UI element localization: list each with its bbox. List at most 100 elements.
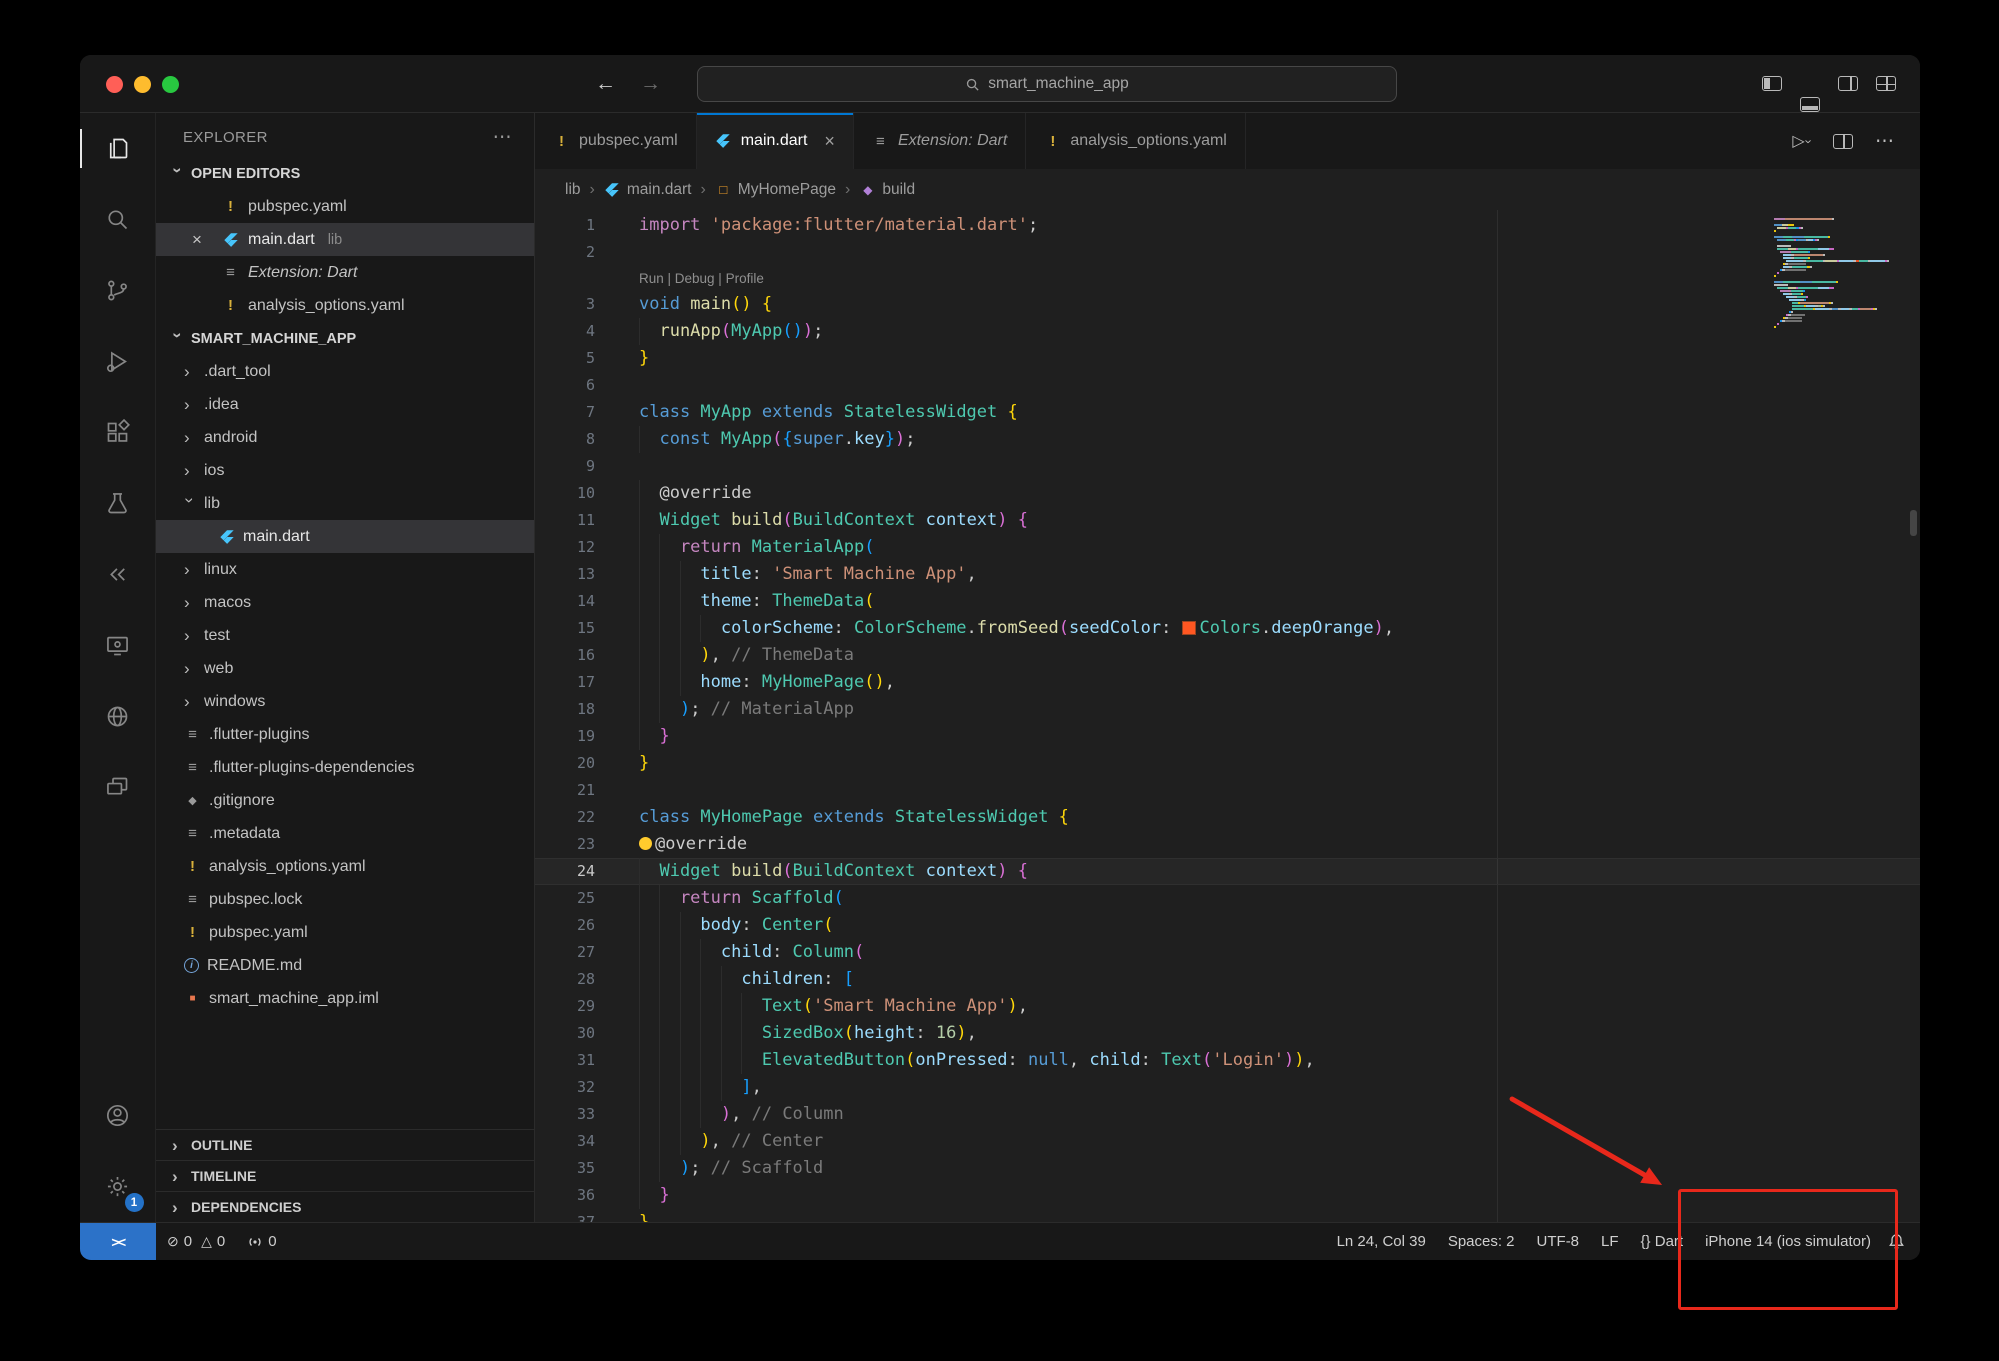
activity-item-search[interactable] xyxy=(80,184,156,255)
breadcrumb-item[interactable]: lib xyxy=(565,181,581,199)
line-number[interactable]: 37 xyxy=(535,1209,595,1222)
tree-item[interactable]: ›windows xyxy=(156,685,534,718)
code-line[interactable]: 32], xyxy=(535,1074,1920,1101)
breadcrumb-item[interactable]: □MyHomePage xyxy=(715,181,836,199)
code-line[interactable]: 29Text('Smart Machine App'), xyxy=(535,993,1920,1020)
close-icon[interactable]: × xyxy=(824,131,835,152)
code-line[interactable]: 3void main() { xyxy=(535,291,1920,318)
tree-item[interactable]: ›ios xyxy=(156,454,534,487)
status-item-cursor-position[interactable]: Ln 24, Col 39 xyxy=(1326,1223,1437,1260)
customize-layout-button[interactable] xyxy=(1876,76,1896,91)
code-line[interactable]: 24Widget build(BuildContext context) { xyxy=(535,858,1920,885)
open-editor-item[interactable]: !pubspec.yaml xyxy=(156,190,534,223)
tree-item[interactable]: iREADME.md xyxy=(156,949,534,982)
code-line[interactable]: 22class MyHomePage extends StatelessWidg… xyxy=(535,804,1920,831)
line-number[interactable]: 32 xyxy=(535,1074,595,1101)
code-line[interactable]: 30SizedBox(height: 16), xyxy=(535,1020,1920,1047)
tree-item[interactable]: ≡.flutter-plugins xyxy=(156,718,534,751)
sidebar-section-outline[interactable]: › OUTLINE xyxy=(156,1129,534,1160)
scrollbar-marker[interactable] xyxy=(1910,510,1917,536)
breadcrumb-item[interactable]: ◆build xyxy=(859,181,915,199)
status-item-indentation[interactable]: Spaces: 2 xyxy=(1437,1223,1526,1260)
line-number[interactable]: 29 xyxy=(535,993,595,1020)
line-number[interactable]: 31 xyxy=(535,1047,595,1074)
code-line[interactable]: 31ElevatedButton(onPressed: null, child:… xyxy=(535,1047,1920,1074)
tree-item[interactable]: ≡.flutter-plugins-dependencies xyxy=(156,751,534,784)
line-number[interactable]: 11 xyxy=(535,507,595,534)
tree-item[interactable]: ›linux xyxy=(156,553,534,586)
code-line[interactable]: 17home: MyHomePage(), xyxy=(535,669,1920,696)
line-number[interactable]: 14 xyxy=(535,588,595,615)
line-number[interactable]: 13 xyxy=(535,561,595,588)
line-number[interactable]: 20 xyxy=(535,750,595,777)
code-line[interactable]: 26body: Center( xyxy=(535,912,1920,939)
ports-indicator[interactable]: 0 xyxy=(236,1223,287,1260)
code-line[interactable]: 19} xyxy=(535,723,1920,750)
line-number[interactable]: 30 xyxy=(535,1020,595,1047)
lightbulb-icon[interactable] xyxy=(639,837,652,850)
line-number[interactable]: 21 xyxy=(535,777,595,804)
line-number[interactable]: 19 xyxy=(535,723,595,750)
problems-indicator[interactable]: ⊘ 0 △ 0 xyxy=(156,1223,236,1260)
line-number[interactable]: 12 xyxy=(535,534,595,561)
activity-item-accounts[interactable] xyxy=(80,1080,156,1151)
minimap[interactable] xyxy=(1774,218,1904,332)
tree-item[interactable]: !analysis_options.yaml xyxy=(156,850,534,883)
close-icon[interactable]: × xyxy=(192,230,202,250)
line-number[interactable]: 3 xyxy=(535,291,595,318)
code-line[interactable]: 11Widget build(BuildContext context) { xyxy=(535,507,1920,534)
code-line[interactable]: 20} xyxy=(535,750,1920,777)
code-line[interactable]: 1import 'package:flutter/material.dart'; xyxy=(535,212,1920,239)
line-number[interactable]: 23 xyxy=(535,831,595,858)
toggle-secondary-sidebar-button[interactable] xyxy=(1838,76,1858,91)
code-line[interactable]: 35); // Scaffold xyxy=(535,1155,1920,1182)
activity-item-settings[interactable]: 1 xyxy=(80,1151,156,1222)
split-editor-button[interactable] xyxy=(1833,134,1853,149)
tree-item[interactable]: !pubspec.yaml xyxy=(156,916,534,949)
code-line[interactable]: 37} xyxy=(535,1209,1920,1222)
status-item-device[interactable]: iPhone 14 (ios simulator) xyxy=(1694,1223,1882,1260)
tree-item[interactable]: ›web xyxy=(156,652,534,685)
line-number[interactable]: 9 xyxy=(535,453,595,480)
activity-item-explorer[interactable] xyxy=(80,113,156,184)
more-actions-icon[interactable]: ⋯ xyxy=(493,126,512,149)
close-window-button[interactable] xyxy=(106,76,123,93)
code-line[interactable]: 6 xyxy=(535,372,1920,399)
codelens-run-debug-profile[interactable]: Run | Debug | Profile xyxy=(535,266,1920,291)
notifications-bell[interactable] xyxy=(1882,1233,1920,1250)
line-number[interactable]: 4 xyxy=(535,318,595,345)
status-item-eol[interactable]: LF xyxy=(1590,1223,1630,1260)
activity-item-testing[interactable] xyxy=(80,468,156,539)
line-number[interactable]: 6 xyxy=(535,372,595,399)
line-number[interactable]: 8 xyxy=(535,426,595,453)
project-section-header[interactable]: › SMART_MACHINE_APP xyxy=(156,322,534,355)
line-number[interactable]: 18 xyxy=(535,696,595,723)
line-number[interactable]: 5 xyxy=(535,345,595,372)
line-number[interactable]: 27 xyxy=(535,939,595,966)
code-line[interactable]: 27child: Column( xyxy=(535,939,1920,966)
line-number[interactable]: 34 xyxy=(535,1128,595,1155)
tab-pubspec-yaml[interactable]: !pubspec.yaml xyxy=(535,113,697,169)
code-line[interactable]: 21 xyxy=(535,777,1920,804)
forward-button[interactable]: → xyxy=(640,72,661,96)
toggle-primary-sidebar-button[interactable] xyxy=(1762,76,1782,91)
code-line[interactable]: 33), // Column xyxy=(535,1101,1920,1128)
code-line[interactable]: 23@override xyxy=(535,831,1920,858)
code-line[interactable]: 25return Scaffold( xyxy=(535,885,1920,912)
code-line[interactable]: 14theme: ThemeData( xyxy=(535,588,1920,615)
line-number[interactable]: 25 xyxy=(535,885,595,912)
tree-item[interactable]: ›.idea xyxy=(156,388,534,421)
line-number[interactable]: 16 xyxy=(535,642,595,669)
line-number[interactable]: 36 xyxy=(535,1182,595,1209)
command-center-search[interactable]: smart_machine_app xyxy=(697,66,1397,102)
sidebar-section-dependencies[interactable]: › DEPENDENCIES xyxy=(156,1191,534,1222)
tree-item[interactable]: ›.dart_tool xyxy=(156,355,534,388)
line-number[interactable]: 1 xyxy=(535,212,595,239)
line-number[interactable]: 15 xyxy=(535,615,595,642)
code-line[interactable]: 5} xyxy=(535,345,1920,372)
tab-main-dart[interactable]: main.dart× xyxy=(697,113,854,169)
line-number[interactable]: 26 xyxy=(535,912,595,939)
line-number[interactable]: 2 xyxy=(535,239,595,266)
activity-item-globe[interactable] xyxy=(80,681,156,752)
code-editor[interactable]: 1import 'package:flutter/material.dart';… xyxy=(535,210,1920,1222)
